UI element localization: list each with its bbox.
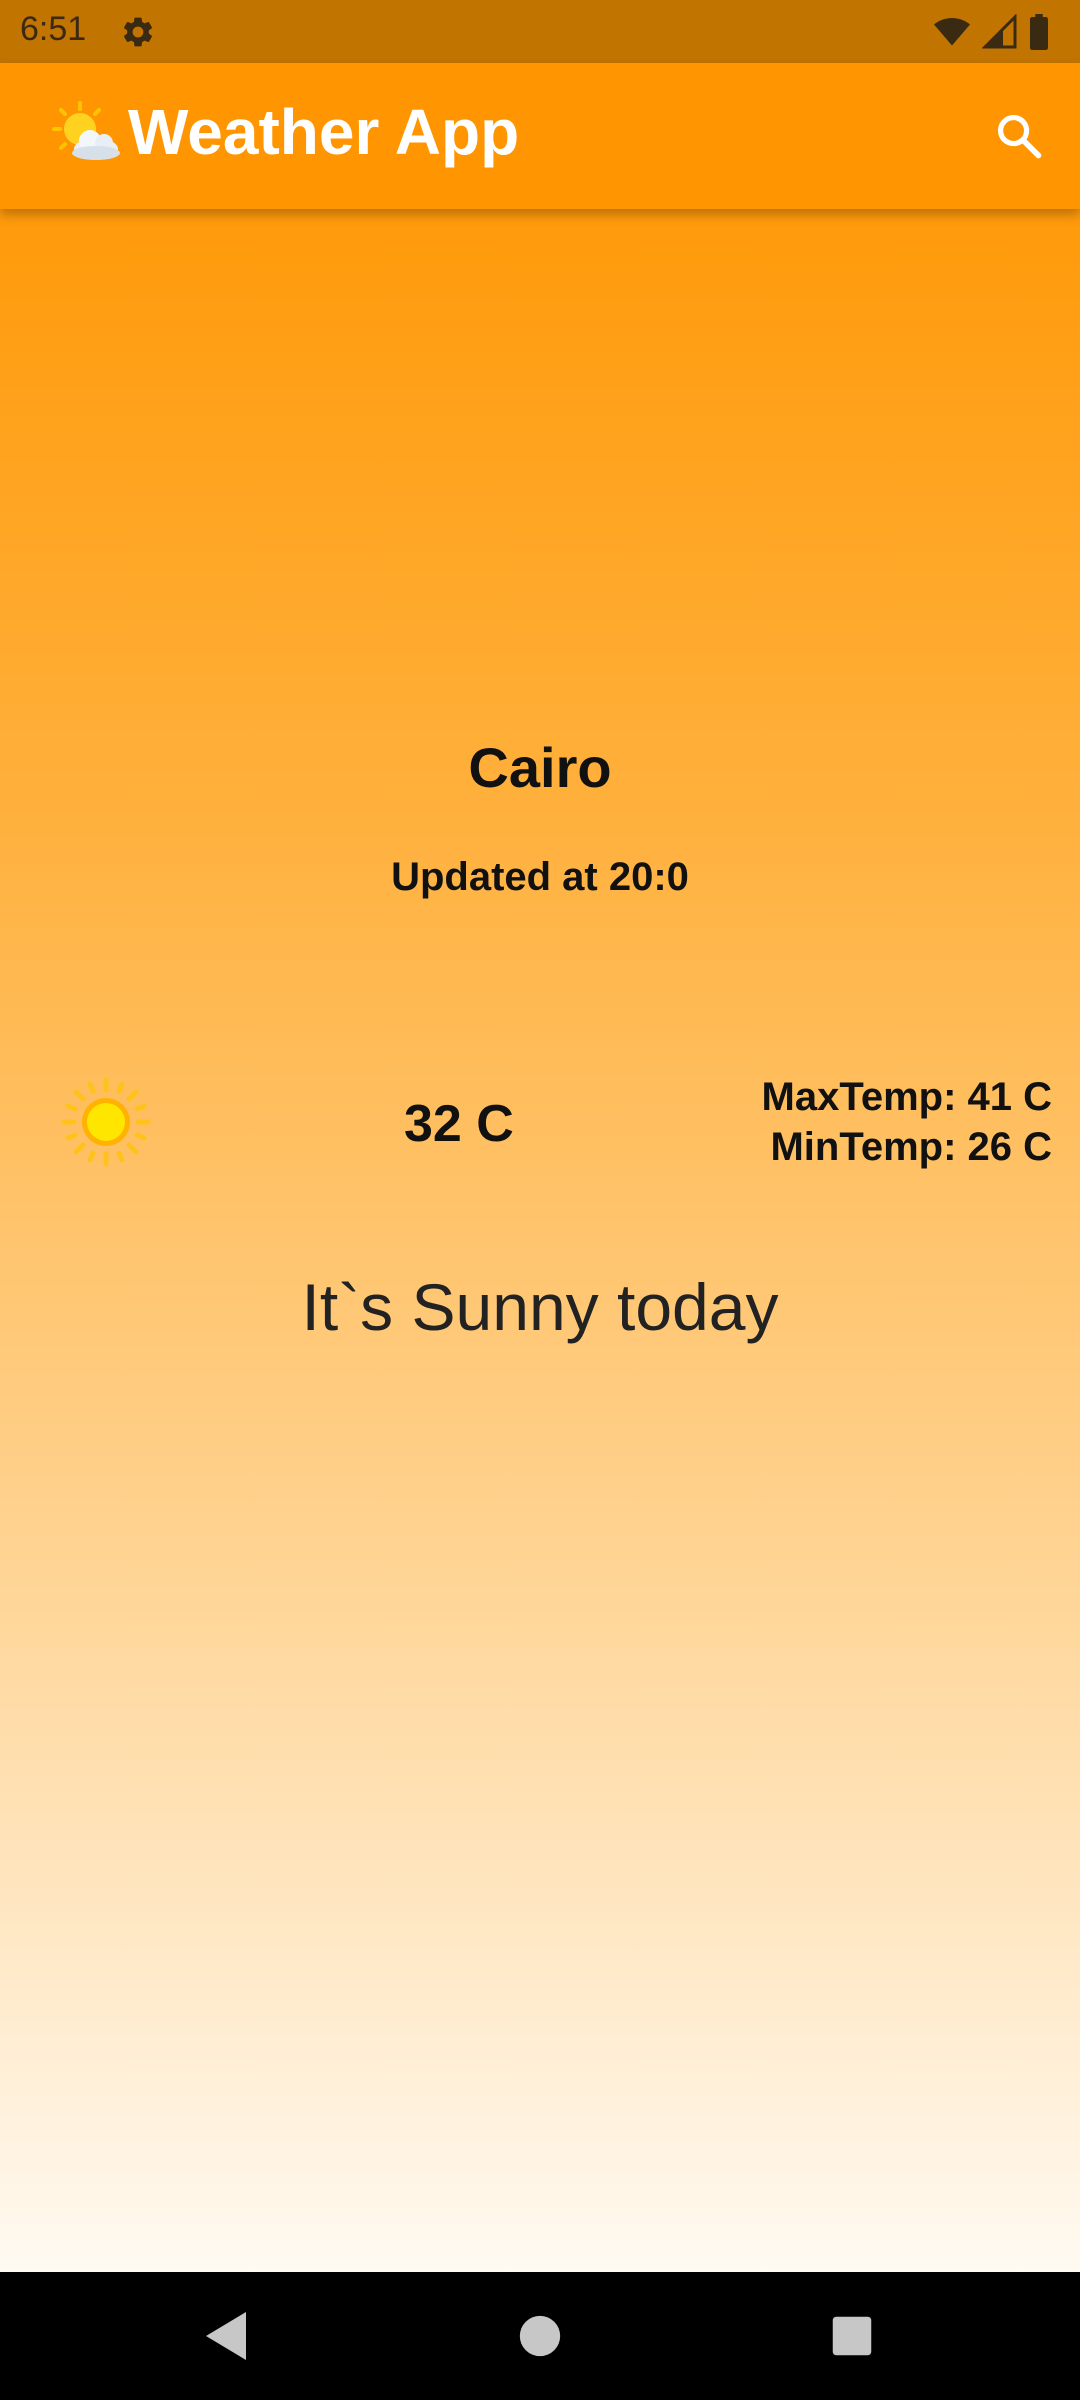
signal-icon bbox=[982, 14, 1017, 49]
app-title: Weather App bbox=[128, 96, 520, 168]
sun-cloud-icon bbox=[52, 101, 120, 160]
screen: 6:51 Weather App Cairo Updated at 20:0 3… bbox=[0, 0, 1080, 2400]
weather-description: It`s Sunny today bbox=[301, 1270, 779, 1344]
sun-icon bbox=[61, 1077, 151, 1167]
search-icon bbox=[997, 114, 1042, 159]
status-time: 6:51 bbox=[20, 10, 87, 48]
max-temperature: MaxTemp: 41 C bbox=[761, 1075, 1052, 1119]
home-button[interactable] bbox=[510, 2306, 570, 2366]
search-button[interactable] bbox=[986, 103, 1052, 169]
back-icon bbox=[206, 2312, 246, 2360]
status-bar: 6:51 bbox=[0, 0, 1080, 63]
navigation-bar bbox=[0, 2272, 1080, 2400]
city-name: Cairo bbox=[468, 736, 612, 799]
min-temperature: MinTemp: 26 C bbox=[770, 1125, 1052, 1169]
battery-icon bbox=[1030, 14, 1048, 50]
recents-icon bbox=[832, 2316, 872, 2356]
wifi-icon bbox=[934, 18, 970, 46]
weather-content: Cairo Updated at 20:0 32 C MaxTemp: 41 C… bbox=[0, 209, 1080, 2272]
settings-icon bbox=[123, 17, 153, 47]
home-icon bbox=[519, 2315, 561, 2357]
back-button[interactable] bbox=[196, 2306, 256, 2366]
current-temperature: 32 C bbox=[404, 1095, 514, 1153]
updated-time: Updated at 20:0 bbox=[391, 855, 689, 899]
app-bar: Weather App bbox=[0, 63, 1080, 209]
recents-button[interactable] bbox=[822, 2306, 882, 2366]
status-icons bbox=[932, 13, 1050, 51]
weather-row: 32 C MaxTemp: 41 C MinTemp: 26 C bbox=[0, 1064, 1080, 1184]
min-max-temperature: MaxTemp: 41 C MinTemp: 26 C bbox=[762, 1072, 1052, 1172]
